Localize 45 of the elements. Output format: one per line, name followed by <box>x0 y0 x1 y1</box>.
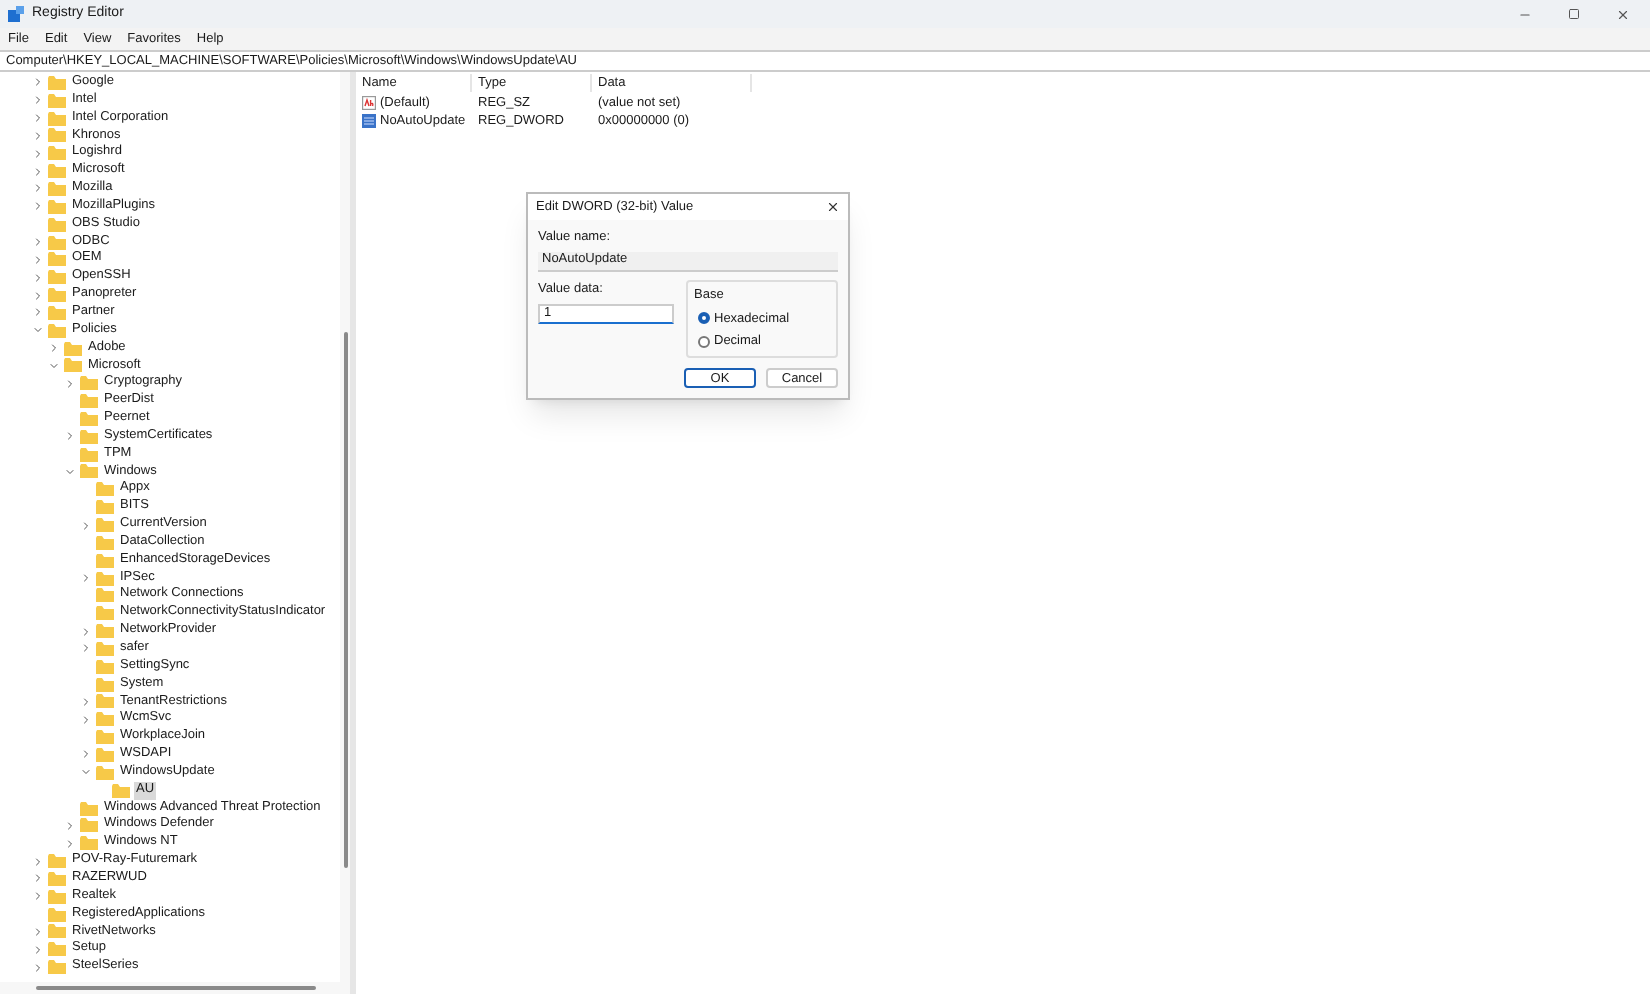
expand-chevron-icon[interactable] <box>80 642 92 655</box>
expand-chevron-icon[interactable] <box>80 695 92 708</box>
expand-chevron-icon[interactable] <box>32 855 44 868</box>
expand-chevron-icon[interactable] <box>80 572 92 585</box>
string-value-icon <box>362 96 376 110</box>
expand-chevron-icon[interactable] <box>80 748 92 761</box>
close-icon[interactable] <box>826 200 840 214</box>
collapse-chevron-icon[interactable] <box>32 324 44 337</box>
expand-chevron-icon[interactable] <box>64 377 76 390</box>
expand-chevron-icon[interactable] <box>80 519 92 532</box>
binary-value-icon <box>362 114 376 128</box>
expand-chevron-icon[interactable] <box>32 289 44 302</box>
expand-chevron-icon[interactable] <box>32 253 44 266</box>
expand-chevron-icon[interactable] <box>32 129 44 142</box>
expand-chevron-icon[interactable] <box>32 76 44 89</box>
expand-chevron-icon[interactable] <box>32 94 44 107</box>
expand-chevron-icon[interactable] <box>32 890 44 903</box>
collapse-chevron-icon[interactable] <box>64 465 76 478</box>
expand-chevron-icon[interactable] <box>80 713 92 726</box>
expand-chevron-icon[interactable] <box>32 200 44 213</box>
expand-chevron-icon[interactable] <box>32 271 44 284</box>
registry-cubes-icon <box>8 6 24 22</box>
radio-button[interactable] <box>698 336 710 349</box>
expand-chevron-icon[interactable] <box>32 306 44 319</box>
expand-chevron-icon[interactable] <box>32 236 44 249</box>
expand-chevron-icon[interactable] <box>64 819 76 832</box>
collapse-chevron-icon[interactable] <box>80 766 92 779</box>
expand-chevron-icon[interactable] <box>64 430 76 443</box>
expand-chevron-icon[interactable] <box>32 147 44 160</box>
close-icon[interactable] <box>1616 7 1630 21</box>
expand-chevron-icon[interactable] <box>32 182 44 195</box>
horizontal-scrollbar[interactable] <box>0 982 350 994</box>
collapse-chevron-icon[interactable] <box>48 359 60 372</box>
radio-button[interactable] <box>698 312 710 325</box>
vertical-scrollbar[interactable] <box>340 72 350 982</box>
maximize-icon[interactable] <box>1568 8 1580 20</box>
expand-chevron-icon[interactable] <box>64 837 76 850</box>
expand-chevron-icon[interactable] <box>32 165 44 178</box>
expand-chevron-icon[interactable] <box>32 961 44 974</box>
expand-chevron-icon[interactable] <box>32 943 44 956</box>
expand-chevron-icon[interactable] <box>48 342 60 355</box>
expand-chevron-icon[interactable] <box>80 625 92 638</box>
expand-chevron-icon[interactable] <box>32 925 44 938</box>
expand-chevron-icon[interactable] <box>32 112 44 125</box>
expand-chevron-icon[interactable] <box>32 872 44 885</box>
